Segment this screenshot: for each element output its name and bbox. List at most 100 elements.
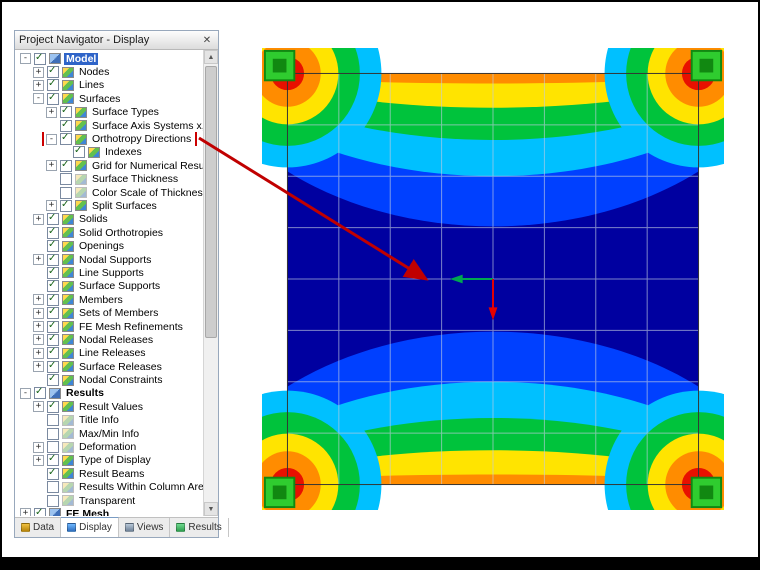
item-checkbox[interactable]: [47, 347, 59, 360]
item-checkbox[interactable]: [34, 52, 46, 65]
tree-row[interactable]: Solid Orthotropies: [15, 226, 203, 239]
expand-toggle-icon[interactable]: +: [33, 294, 44, 306]
tree-row[interactable]: + Surface Releases: [15, 360, 203, 373]
tree-row[interactable]: Openings: [15, 239, 203, 253]
item-checkbox[interactable]: [47, 441, 59, 454]
tree-row[interactable]: + Members: [15, 293, 203, 306]
tree-row[interactable]: - Model: [15, 52, 203, 65]
tree-row[interactable]: Max/Min Info: [15, 427, 203, 440]
item-checkbox[interactable]: [47, 213, 59, 226]
expand-toggle-icon[interactable]: +: [33, 307, 44, 319]
item-checkbox[interactable]: [47, 454, 59, 467]
item-checkbox[interactable]: [47, 373, 59, 387]
tree-row[interactable]: + Nodal Releases: [15, 333, 203, 346]
item-checkbox[interactable]: [73, 146, 85, 159]
expand-toggle-icon[interactable]: +: [20, 508, 31, 516]
tree-row[interactable]: Title Info: [15, 414, 203, 427]
scroll-down-icon[interactable]: ▼: [204, 502, 218, 516]
expand-toggle-icon[interactable]: -: [20, 53, 31, 65]
tree-row[interactable]: + Deformation: [15, 440, 203, 454]
tree-row[interactable]: Result Beams: [15, 467, 203, 480]
tree-row[interactable]: + Result Values: [15, 400, 203, 413]
tree-row[interactable]: - Orthotropy Directions: [15, 132, 203, 146]
expand-toggle-icon[interactable]: +: [46, 160, 57, 172]
item-checkbox[interactable]: [34, 507, 46, 516]
item-checkbox[interactable]: [34, 387, 46, 400]
item-checkbox[interactable]: [47, 306, 59, 320]
item-checkbox[interactable]: [47, 92, 59, 105]
expand-toggle-icon[interactable]: -: [46, 133, 57, 145]
tree-row[interactable]: Surface Supports: [15, 280, 203, 293]
item-checkbox[interactable]: [60, 159, 72, 172]
item-checkbox[interactable]: [60, 132, 72, 146]
tree-row[interactable]: Surface Axis Systems x,y,z: [15, 119, 203, 132]
expand-toggle-icon[interactable]: +: [46, 200, 57, 212]
tree-row[interactable]: + Grid for Numerical Results: [15, 159, 203, 172]
item-checkbox[interactable]: [47, 360, 59, 373]
panel-titlebar[interactable]: Project Navigator - Display ✕: [15, 31, 218, 50]
item-checkbox[interactable]: [47, 266, 59, 279]
tree-row[interactable]: + Line Releases: [15, 347, 203, 360]
item-checkbox[interactable]: [60, 106, 72, 119]
item-checkbox[interactable]: [47, 467, 59, 480]
tree-row[interactable]: - Results: [15, 387, 203, 400]
item-checkbox[interactable]: [47, 239, 59, 253]
expand-toggle-icon[interactable]: -: [20, 387, 31, 399]
tree-row[interactable]: - Surfaces: [15, 92, 203, 105]
item-checkbox[interactable]: [47, 414, 59, 427]
navigator-tab[interactable]: Data: [15, 518, 62, 537]
tree-row[interactable]: Line Supports: [15, 266, 203, 279]
tree-row[interactable]: + Surface Types: [15, 106, 203, 119]
expand-toggle-icon[interactable]: +: [33, 401, 44, 413]
item-checkbox[interactable]: [60, 119, 72, 132]
navigator-tab[interactable]: Views: [119, 518, 171, 537]
item-checkbox[interactable]: [47, 293, 59, 306]
tree-row[interactable]: + Sets of Members: [15, 306, 203, 320]
tree-row[interactable]: + Type of Display: [15, 454, 203, 467]
expand-toggle-icon[interactable]: -: [33, 93, 44, 105]
expand-toggle-icon[interactable]: +: [33, 361, 44, 373]
expand-toggle-icon[interactable]: +: [33, 454, 44, 466]
expand-toggle-icon[interactable]: +: [33, 79, 44, 91]
tree-row[interactable]: + Split Surfaces: [15, 199, 203, 212]
expand-toggle-icon[interactable]: +: [33, 66, 44, 78]
scroll-up-icon[interactable]: ▲: [204, 50, 218, 64]
tree-scrollbar[interactable]: ▲ ▼: [203, 50, 218, 516]
tree-row[interactable]: Nodal Constraints: [15, 373, 203, 387]
tree-row[interactable]: Indexes: [15, 146, 203, 159]
item-checkbox[interactable]: [47, 400, 59, 413]
expand-toggle-icon[interactable]: +: [33, 213, 44, 225]
item-checkbox[interactable]: [47, 427, 59, 440]
close-icon[interactable]: ✕: [200, 35, 214, 46]
item-checkbox[interactable]: [47, 65, 59, 79]
scrollbar-thumb[interactable]: [205, 66, 217, 339]
item-checkbox[interactable]: [47, 333, 59, 346]
tree-row[interactable]: + Lines: [15, 79, 203, 92]
expand-toggle-icon[interactable]: +: [33, 347, 44, 359]
item-checkbox[interactable]: [47, 494, 59, 507]
navigator-tab[interactable]: Display: [61, 517, 119, 537]
tree-row[interactable]: Color Scale of Thicknesses in: [15, 186, 203, 199]
item-checkbox[interactable]: [60, 199, 72, 212]
tree-row[interactable]: + FE Mesh Refinements: [15, 320, 203, 333]
expand-toggle-icon[interactable]: +: [46, 106, 57, 118]
item-checkbox[interactable]: [47, 280, 59, 293]
tree-row[interactable]: Surface Thickness: [15, 173, 203, 186]
tree-row[interactable]: + Solids: [15, 213, 203, 226]
tree-row[interactable]: + Nodes: [15, 65, 203, 79]
model-viewport[interactable]: [262, 48, 724, 510]
item-checkbox[interactable]: [47, 253, 59, 266]
expand-toggle-icon[interactable]: +: [33, 441, 44, 453]
expand-toggle-icon[interactable]: +: [33, 321, 44, 332]
expand-toggle-icon[interactable]: +: [33, 254, 44, 266]
item-checkbox[interactable]: [60, 173, 72, 186]
item-checkbox[interactable]: [47, 320, 59, 333]
expand-toggle-icon[interactable]: +: [33, 334, 44, 346]
item-checkbox[interactable]: [47, 481, 59, 494]
tree-row[interactable]: + FE Mesh: [15, 507, 203, 516]
tree-row[interactable]: Results Within Column Area: [15, 481, 203, 494]
tree-row[interactable]: + Nodal Supports: [15, 253, 203, 266]
tree-row[interactable]: Transparent: [15, 494, 203, 507]
item-checkbox[interactable]: [60, 186, 72, 199]
navigator-tab[interactable]: Results: [170, 518, 229, 537]
